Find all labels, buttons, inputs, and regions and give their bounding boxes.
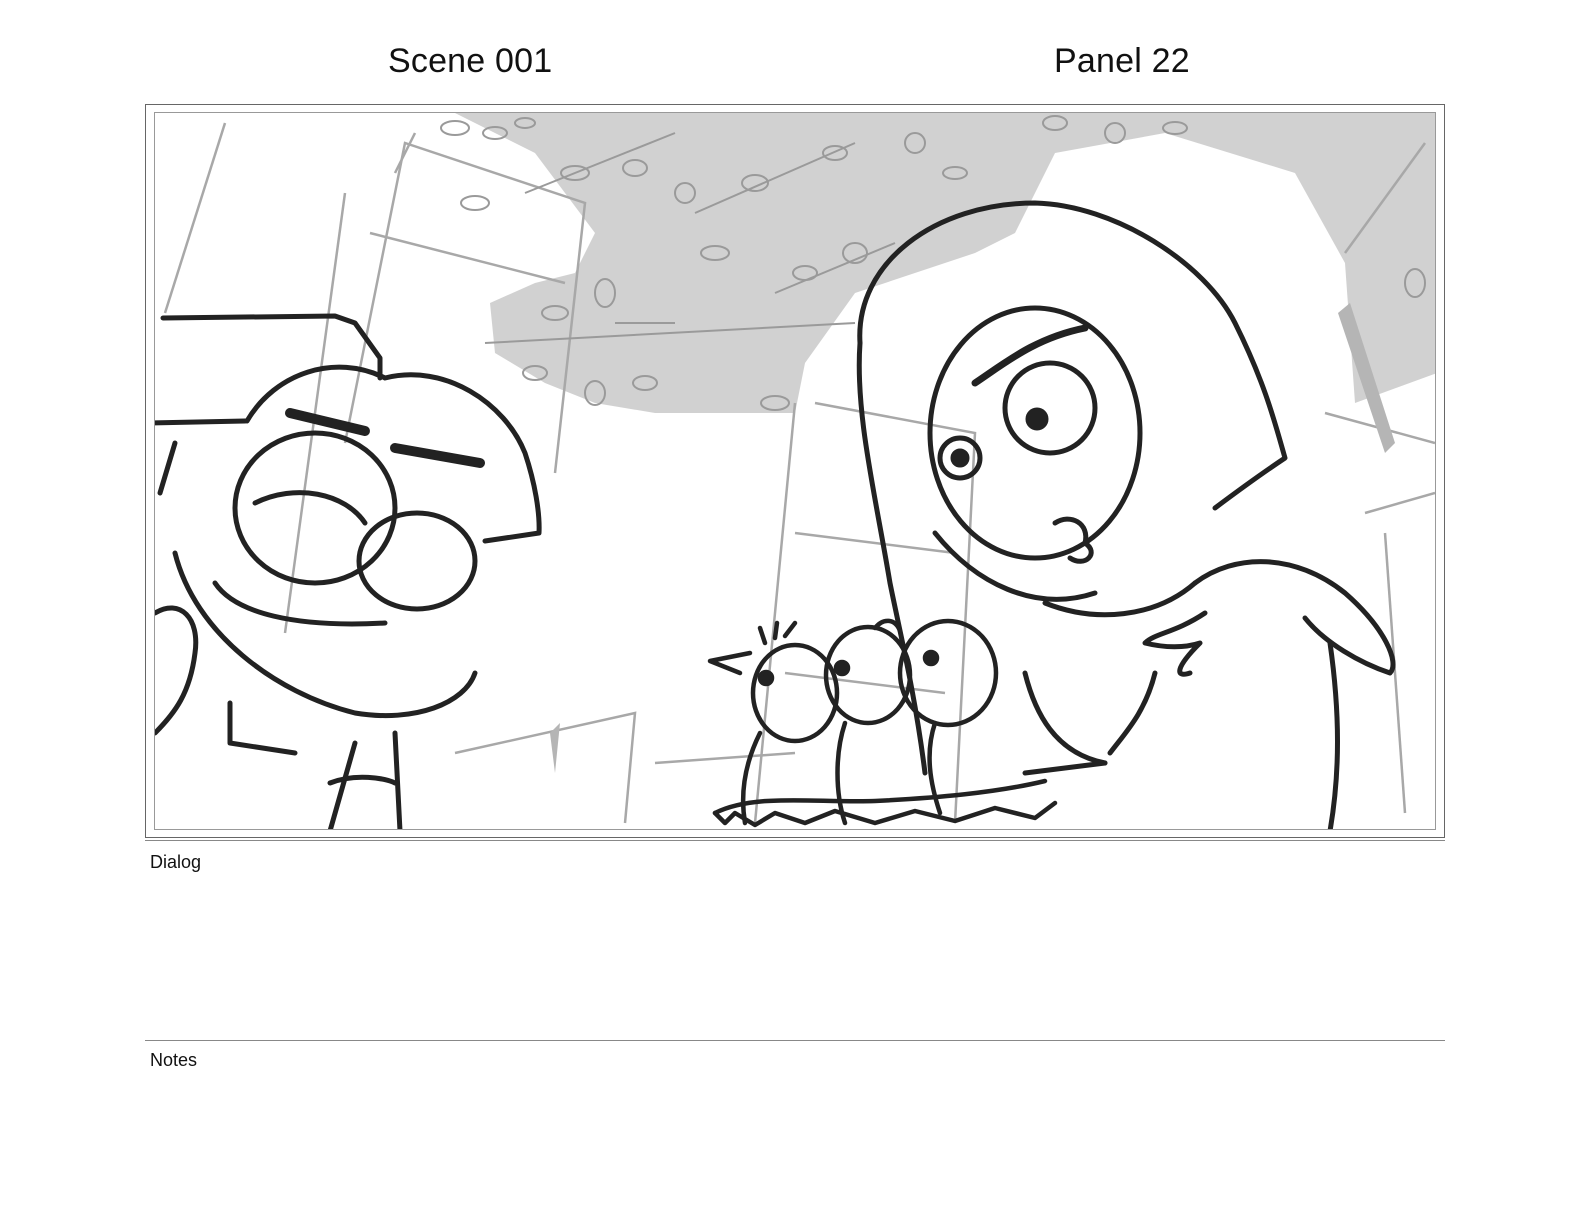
right-character — [856, 200, 1396, 829]
dialog-label: Dialog — [150, 852, 202, 872]
left-character — [155, 313, 542, 829]
storyboard-sketch-illustration — [155, 113, 1435, 829]
scene-number: Scene 001 — [388, 42, 553, 80]
baby-birds-nest — [707, 618, 1058, 828]
dialog-divider — [145, 840, 1445, 841]
notes-label: Notes — [150, 1050, 198, 1070]
panel-artwork — [154, 112, 1436, 830]
notes-divider — [145, 1040, 1445, 1041]
panel-number: Panel 22 — [1054, 42, 1190, 80]
